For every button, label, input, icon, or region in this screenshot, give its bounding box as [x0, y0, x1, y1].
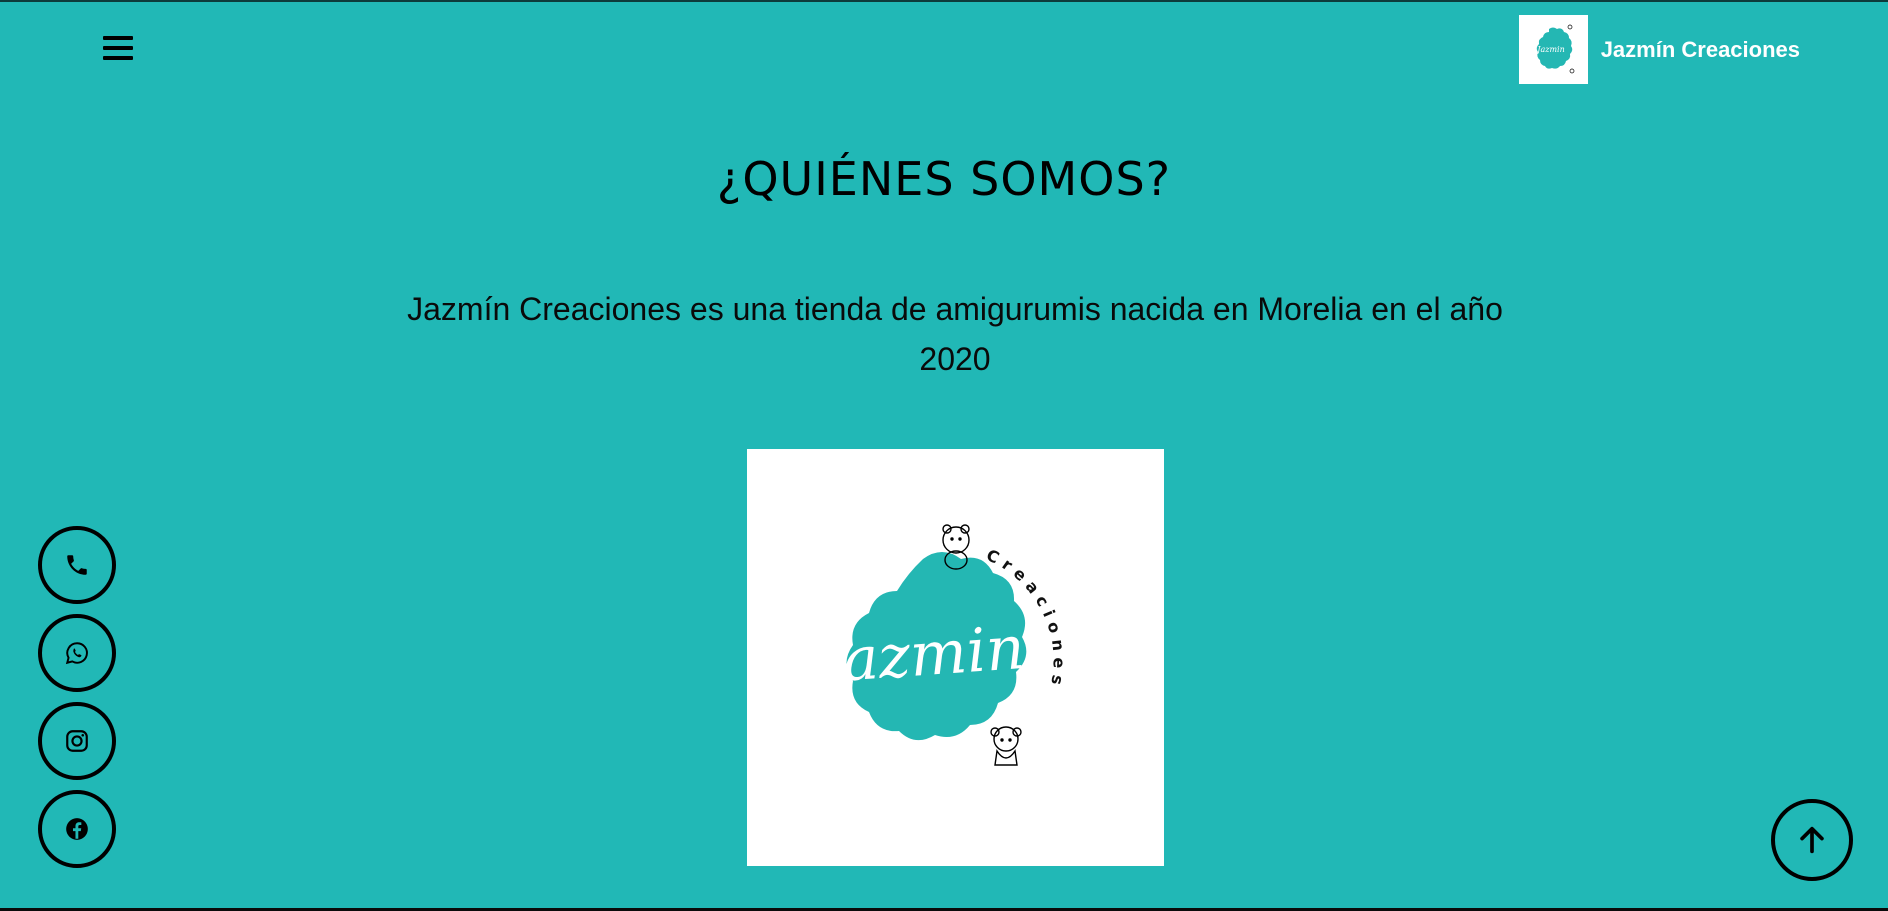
scroll-to-top-button[interactable] — [1771, 799, 1853, 881]
whatsapp-icon — [65, 642, 88, 665]
facebook-button[interactable] — [38, 790, 116, 868]
instagram-icon — [66, 730, 88, 752]
phone-icon — [67, 555, 87, 575]
instagram-button[interactable] — [38, 702, 116, 780]
menu-button[interactable] — [100, 30, 136, 66]
doll-icon — [990, 726, 1022, 766]
brand-name[interactable]: Jazmín Creaciones — [1601, 37, 1800, 63]
page-title: ¿QUIÉNES SOMOS? — [716, 152, 1172, 206]
brand[interactable]: Jazmin Jazmín Creaciones — [1518, 15, 1800, 84]
arrow-up-icon — [1800, 826, 1824, 854]
brand-logo[interactable]: Jazmin — [1518, 15, 1588, 84]
about-description: Jazmín Creaciones es una tienda de amigu… — [407, 291, 1503, 377]
top-border — [0, 0, 1888, 2]
social-links — [38, 526, 116, 878]
whatsapp-button[interactable] — [38, 614, 116, 692]
svg-text:Jazmin: Jazmin — [1535, 45, 1565, 54]
phone-button[interactable] — [38, 526, 116, 604]
hamburger-menu-icon — [103, 36, 133, 60]
hero-logo: Jazmin Creaciones — [747, 449, 1164, 866]
facebook-icon — [66, 818, 88, 840]
brand-logo-image: Jazmin — [1535, 24, 1575, 74]
